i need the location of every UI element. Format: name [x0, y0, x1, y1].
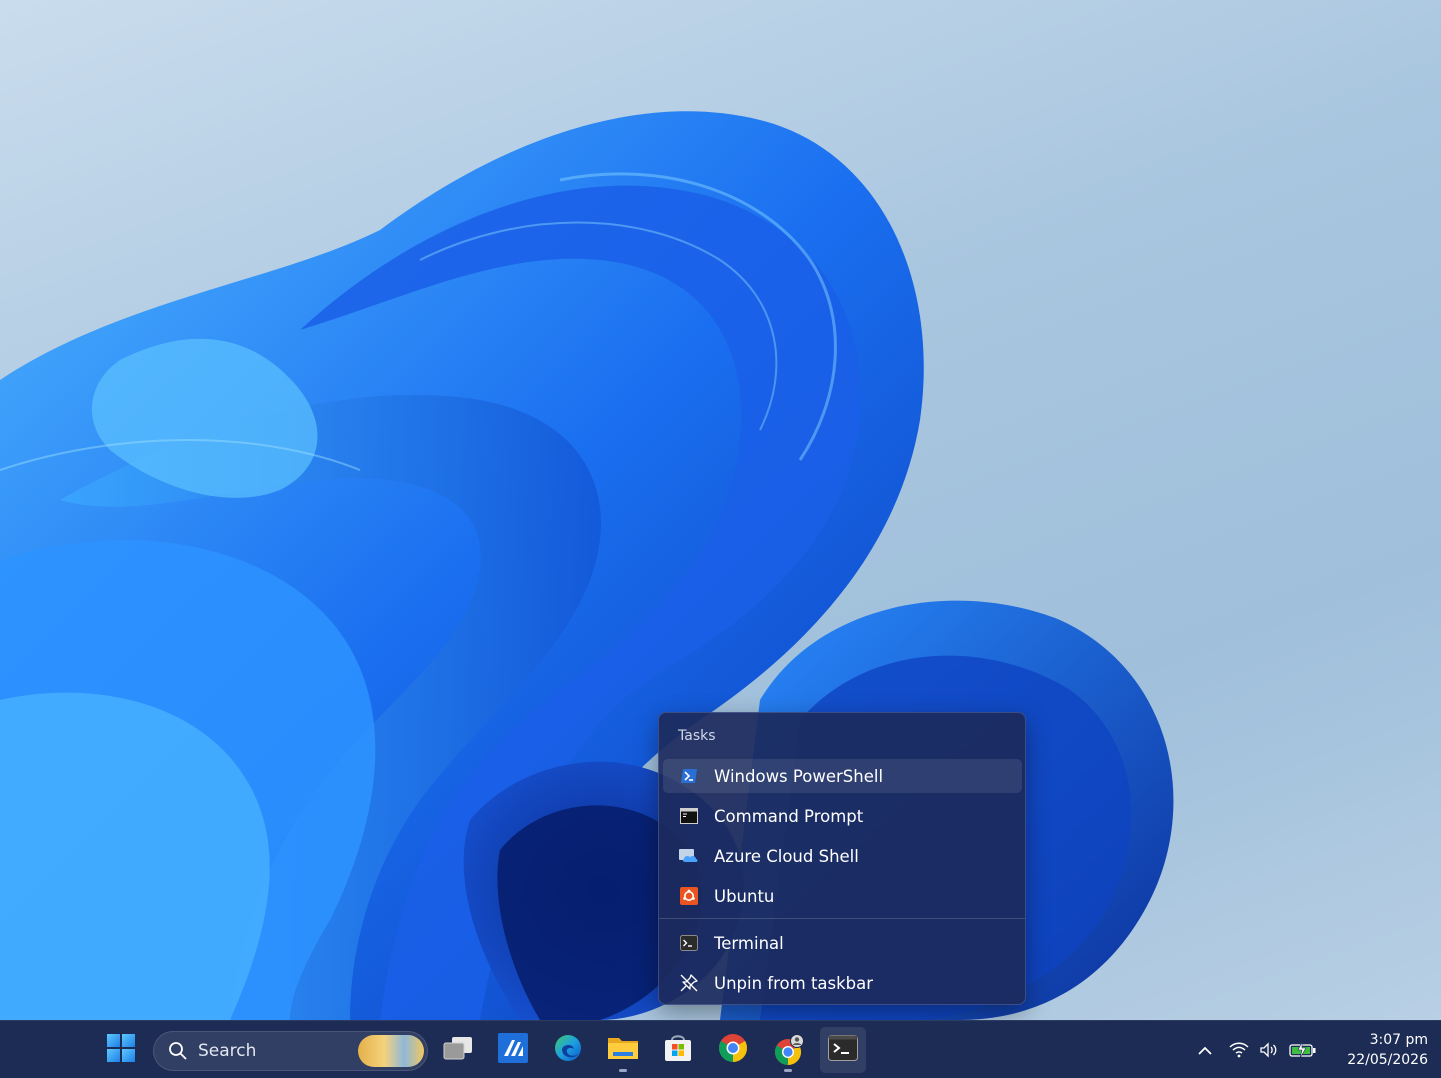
- folder-icon: [607, 1034, 639, 1066]
- ubuntu-icon: [679, 886, 699, 906]
- jump-list-item-command-prompt[interactable]: Command Prompt: [663, 799, 1022, 833]
- show-hidden-icons-button[interactable]: [1192, 1037, 1218, 1063]
- taskbar-app-azure[interactable]: [490, 1027, 536, 1073]
- taskbar-app-microsoft-store[interactable]: [655, 1027, 701, 1073]
- terminal-icon: [679, 933, 699, 953]
- command-prompt-icon: [679, 806, 699, 826]
- running-indicator: [619, 1069, 627, 1072]
- taskbar-app-edge[interactable]: [545, 1027, 591, 1073]
- search-icon: [168, 1041, 188, 1061]
- jump-list-item-label: Windows PowerShell: [714, 766, 884, 786]
- taskbar-search-box[interactable]: Search: [153, 1031, 428, 1071]
- windows-start-icon: [106, 1033, 136, 1067]
- jump-list-item-label: Terminal: [714, 933, 784, 953]
- clock-date: 22/05/2026: [1347, 1052, 1428, 1068]
- jump-list-heading: Tasks: [678, 728, 716, 744]
- taskbar-app-chrome-profile[interactable]: [765, 1027, 811, 1073]
- jump-list-item-unpin-from-taskbar[interactable]: Unpin from taskbar: [663, 966, 1022, 1000]
- terminal-icon: [828, 1035, 858, 1065]
- jump-list-divider: [659, 918, 1025, 919]
- chrome-icon: [718, 1033, 748, 1067]
- search-label: Search: [198, 1041, 257, 1061]
- jump-list-item-label: Unpin from taskbar: [714, 973, 874, 993]
- task-view-icon: [442, 1034, 474, 1066]
- jump-list-item-terminal[interactable]: Terminal: [663, 926, 1022, 960]
- taskbar-app-terminal[interactable]: [820, 1027, 866, 1073]
- terminal-jump-list: Tasks Windows PowerShell Command Prompt …: [658, 712, 1026, 1005]
- search-highlight-badge-icon[interactable]: [358, 1035, 424, 1067]
- taskbar: Search 3:07 pm 22/05/2026: [0, 1020, 1441, 1078]
- powershell-icon: [679, 766, 699, 786]
- battery-charging-icon[interactable]: [1289, 1042, 1317, 1058]
- edge-icon: [553, 1033, 583, 1067]
- volume-icon[interactable]: [1259, 1042, 1279, 1058]
- azure-app-icon: [498, 1033, 528, 1067]
- taskbar-app-file-explorer[interactable]: [600, 1027, 646, 1073]
- clock-time: 3:07 pm: [1369, 1032, 1428, 1048]
- running-indicator: [784, 1069, 792, 1072]
- jump-list-item-label: Command Prompt: [714, 806, 864, 826]
- taskbar-app-chrome[interactable]: [710, 1027, 756, 1073]
- store-icon: [663, 1033, 693, 1067]
- task-view-button[interactable]: [435, 1027, 481, 1073]
- jump-list-item-label: Azure Cloud Shell: [714, 846, 859, 866]
- taskbar-clock[interactable]: 3:07 pm 22/05/2026: [1328, 1030, 1428, 1070]
- jump-list-item-label: Ubuntu: [714, 886, 775, 906]
- chrome-profile-icon: [772, 1034, 804, 1066]
- azure-cloud-shell-icon: [679, 846, 699, 866]
- jump-list-item-windows-powershell[interactable]: Windows PowerShell: [663, 759, 1022, 793]
- wifi-icon[interactable]: [1229, 1042, 1249, 1058]
- system-tray-icons[interactable]: [1229, 1037, 1317, 1063]
- jump-list-item-azure-cloud-shell[interactable]: Azure Cloud Shell: [663, 839, 1022, 873]
- jump-list-item-ubuntu[interactable]: Ubuntu: [663, 879, 1022, 913]
- unpin-icon: [679, 973, 699, 993]
- start-button[interactable]: [98, 1027, 144, 1073]
- chevron-up-icon: [1197, 1041, 1213, 1060]
